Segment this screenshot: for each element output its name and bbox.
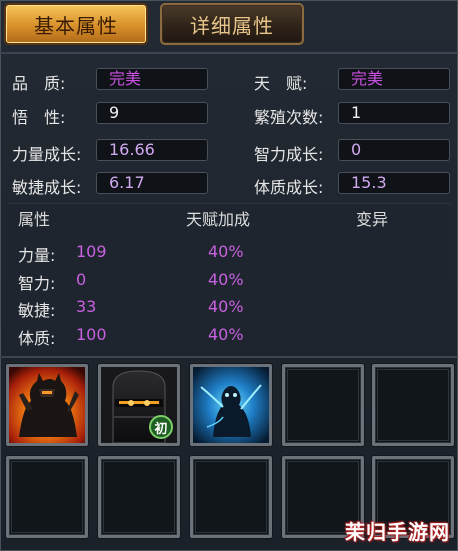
breed-count-label: 繁殖次数: bbox=[254, 108, 324, 127]
stat-constitution-value: 100 bbox=[76, 325, 107, 344]
divider bbox=[0, 52, 458, 54]
stat-intelligence-label: 智力: bbox=[18, 274, 56, 293]
stat-intelligence-value: 0 bbox=[76, 270, 87, 289]
blue-spirit-skill-icon bbox=[193, 367, 269, 443]
stat-intelligence-bonus: 40% bbox=[208, 270, 244, 289]
intelligence-growth-label: 智力成长: bbox=[254, 145, 324, 164]
fire-warrior-skill-icon bbox=[9, 367, 85, 443]
stat-constitution-bonus: 40% bbox=[208, 325, 244, 344]
skill-slot-3[interactable] bbox=[190, 364, 272, 446]
talent-value: 完美 bbox=[338, 68, 450, 90]
quality-value: 完美 bbox=[96, 68, 208, 90]
stat-strength-value: 109 bbox=[76, 242, 107, 261]
stat-strength-label: 力量: bbox=[18, 246, 56, 265]
comprehension-label: 悟 性: bbox=[12, 108, 66, 127]
stat-agility-bonus: 40% bbox=[208, 297, 244, 316]
agility-growth-value: 6.17 bbox=[96, 172, 208, 194]
stat-constitution-label: 体质: bbox=[18, 329, 56, 348]
stat-agility-value: 33 bbox=[76, 297, 97, 316]
strength-growth-value: 16.66 bbox=[96, 139, 208, 161]
divider bbox=[0, 356, 458, 358]
comprehension-value: 9 bbox=[96, 102, 208, 124]
breed-count-value: 1 bbox=[338, 102, 450, 124]
stats-header-talent-bonus: 天赋加成 bbox=[186, 210, 251, 229]
skill-slot-2[interactable]: 初 bbox=[98, 364, 180, 446]
skill-slot-5[interactable] bbox=[372, 364, 454, 446]
empty-slot bbox=[287, 369, 359, 441]
empty-slot bbox=[103, 461, 175, 533]
stat-strength-bonus: 40% bbox=[208, 242, 244, 261]
talent-label: 天 赋: bbox=[254, 74, 308, 93]
intelligence-growth-value: 0 bbox=[338, 139, 450, 161]
empty-slot bbox=[377, 369, 449, 441]
constitution-growth-value: 15.3 bbox=[338, 172, 450, 194]
skill-slot-8[interactable] bbox=[190, 456, 272, 538]
level-badge: 初 bbox=[149, 415, 173, 439]
constitution-growth-label: 体质成长: bbox=[254, 178, 324, 197]
empty-slot bbox=[11, 461, 83, 533]
strength-growth-label: 力量成长: bbox=[12, 145, 82, 164]
stat-agility-label: 敏捷: bbox=[18, 301, 56, 320]
watermark: 茉归手游网 bbox=[345, 520, 450, 544]
empty-slot bbox=[195, 461, 267, 533]
skill-slot-6[interactable] bbox=[6, 456, 88, 538]
skill-slot-1[interactable] bbox=[6, 364, 88, 446]
tab-basic-attributes[interactable]: 基本属性 bbox=[4, 3, 148, 45]
agility-growth-label: 敏捷成长: bbox=[12, 178, 82, 197]
stats-header-mutation: 变异 bbox=[356, 210, 389, 229]
tab-detailed-attributes[interactable]: 详细属性 bbox=[160, 3, 304, 45]
stats-header-attribute: 属性 bbox=[18, 210, 51, 229]
skill-slot-7[interactable] bbox=[98, 456, 180, 538]
quality-label: 品 质: bbox=[12, 74, 66, 93]
skill-slot-4[interactable] bbox=[282, 364, 364, 446]
